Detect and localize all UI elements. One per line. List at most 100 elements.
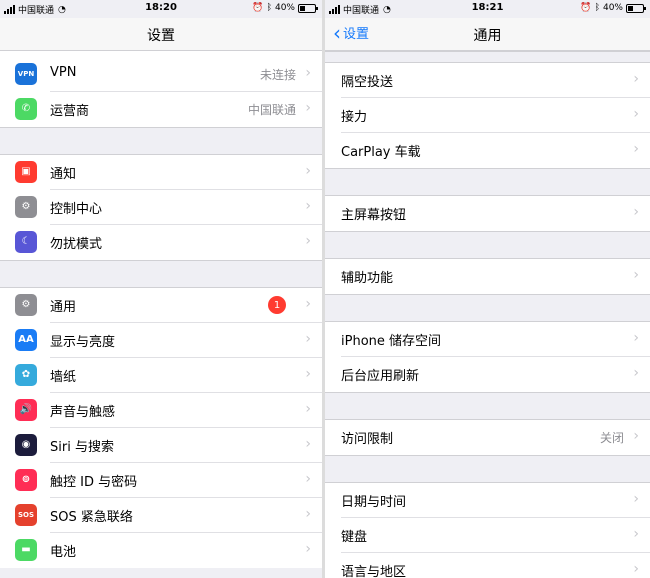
page-title: 设置 bbox=[147, 28, 175, 44]
chevron-right-icon: › bbox=[633, 204, 639, 220]
display-icon: AA bbox=[15, 329, 37, 351]
battery-status-icon bbox=[626, 3, 646, 13]
moon-icon: ☾ bbox=[15, 231, 37, 253]
phone-icon: ✆ bbox=[15, 98, 37, 120]
notification-icon: ▣ bbox=[15, 161, 37, 183]
list-item-item-7[interactable]: 访问限制 关闭 › bbox=[325, 420, 650, 455]
list-item-item-4[interactable]: 辅助功能 › bbox=[325, 259, 650, 294]
battery-percent: 40% bbox=[602, 3, 623, 13]
list-item-vpn[interactable]: VPN VPN 未连接 › bbox=[0, 57, 322, 92]
wallpaper-icon: ✿ bbox=[15, 364, 37, 386]
general-screen: 中国联通 ◔ 18:21 ⏰ ᛒ 40% ‹ 设置 通用 隔空投送 › 接力 › Car… bbox=[325, 0, 650, 578]
chevron-right-icon: › bbox=[633, 428, 639, 444]
list-item-item-1[interactable]: 接力 › bbox=[325, 98, 650, 133]
list-item-wallpaper[interactable]: ✿ 墙纸 › bbox=[0, 358, 322, 393]
list-item-label: 触控 ID 与密码 bbox=[50, 475, 138, 490]
list-item-label: 通用 bbox=[50, 300, 77, 315]
list-item-control-center[interactable]: ⚙ 控制中心 › bbox=[0, 190, 322, 225]
list-item-gear[interactable]: ⚙ 通用 1 › bbox=[0, 288, 322, 323]
chevron-right-icon: › bbox=[305, 366, 311, 382]
list-item-label: CarPlay 车载 bbox=[341, 145, 421, 160]
list-item-display[interactable]: AA 显示与亮度 › bbox=[0, 323, 322, 358]
chevron-right-icon: › bbox=[305, 471, 311, 487]
status-bar: 中国联通 ◔ 18:20 ⏰ ᛒ 40% bbox=[0, 0, 322, 18]
page-title: 通用 bbox=[473, 28, 502, 44]
chevron-right-icon: › bbox=[305, 198, 311, 214]
list-item-label: SOS 紧急联络 bbox=[50, 510, 133, 525]
list-item-sound[interactable]: 🔊 声音与触感 › bbox=[0, 393, 322, 428]
list-item-label: Siri 与搜索 bbox=[50, 440, 114, 455]
chevron-right-icon: › bbox=[633, 141, 639, 157]
list-item-label: 墙纸 bbox=[50, 370, 77, 385]
list-item-label: 主屏幕按钮 bbox=[341, 208, 407, 223]
list-item-moon[interactable]: ☾ 勿扰模式 › bbox=[0, 225, 322, 260]
chevron-right-icon: › bbox=[305, 331, 311, 347]
navigation-bar: ‹ 设置 通用 bbox=[325, 18, 650, 51]
navigation-bar: 设置 bbox=[0, 18, 322, 51]
list-item-detail: 中国联通 bbox=[247, 103, 296, 117]
list-item-label: 通知 bbox=[50, 167, 77, 182]
list-item-label: 键盘 bbox=[341, 530, 368, 545]
general-list: 隔空投送 › 接力 › CarPlay 车载 › 主屏幕按钮 › 辅助功能 › iPhone 储存空… bbox=[325, 51, 650, 578]
chevron-right-icon: › bbox=[305, 541, 311, 557]
list-item-item-8[interactable]: 日期与时间 › bbox=[325, 483, 650, 518]
battery-percent: 40% bbox=[274, 3, 295, 13]
list-item-phone[interactable]: ✆ 运营商 中国联通 › bbox=[0, 92, 322, 127]
list-item-carplay[interactable]: CarPlay 车载 › bbox=[325, 133, 650, 168]
chevron-right-icon: › bbox=[633, 561, 639, 577]
bluetooth-icon: ᛒ bbox=[594, 3, 600, 13]
list-item-fingerprint[interactable]: ⊚ 触控 ID 与密码 › bbox=[0, 463, 322, 498]
sos-icon: SOS bbox=[15, 504, 37, 526]
list-item-label: 隔空投送 bbox=[341, 75, 394, 90]
list-item-sos[interactable]: SOS SOS 紧急联络 › bbox=[0, 498, 322, 533]
notification-badge: 1 bbox=[268, 296, 286, 314]
chevron-right-icon: › bbox=[305, 163, 311, 179]
chevron-right-icon: › bbox=[633, 330, 639, 346]
bluetooth-icon: ᛒ bbox=[266, 3, 272, 13]
chevron-right-icon: › bbox=[633, 526, 639, 542]
list-item-label: 电池 bbox=[50, 545, 77, 560]
chevron-right-icon: › bbox=[633, 106, 639, 122]
chevron-right-icon: › bbox=[633, 365, 639, 381]
list-item-label: 控制中心 bbox=[50, 202, 103, 217]
list-item-item-0[interactable]: 隔空投送 › bbox=[325, 63, 650, 98]
settings-screen: 中国联通 ◔ 18:20 ⏰ ᛒ 40% 设置 VPN VPN 未连接 › ✆ 运营商 中国… bbox=[0, 0, 322, 578]
battery-status-icon bbox=[298, 3, 318, 13]
list-item-label: 语言与地区 bbox=[341, 565, 407, 578]
list-item-label: iPhone 储存空间 bbox=[341, 334, 442, 349]
list-item-notification[interactable]: ▣ 通知 › bbox=[0, 155, 322, 190]
section-separator bbox=[325, 455, 650, 483]
control-center-icon: ⚙ bbox=[15, 196, 37, 218]
battery-icon: ▬ bbox=[15, 539, 37, 561]
sound-icon: 🔊 bbox=[15, 399, 37, 421]
vpn-icon: VPN bbox=[15, 63, 37, 85]
list-item-detail: 未连接 bbox=[259, 68, 296, 82]
list-item-item-3[interactable]: 主屏幕按钮 › bbox=[325, 196, 650, 231]
list-item-label: 日期与时间 bbox=[341, 495, 407, 510]
alarm-icon: ⏰ bbox=[580, 3, 592, 13]
section-separator bbox=[0, 127, 322, 155]
status-bar: 中国联通 ◔ 18:21 ⏰ ᛒ 40% bbox=[325, 0, 650, 18]
chevron-right-icon: › bbox=[305, 65, 311, 81]
list-item-label: 访问限制 bbox=[341, 432, 394, 447]
list-item-iphone[interactable]: iPhone 储存空间 › bbox=[325, 322, 650, 357]
chevron-right-icon: › bbox=[305, 401, 311, 417]
list-item-item-10[interactable]: 语言与地区 › bbox=[325, 553, 650, 578]
list-item-label: 后台应用刷新 bbox=[341, 369, 420, 384]
list-item-item-9[interactable]: 键盘 › bbox=[325, 518, 650, 553]
list-item-label: VPN bbox=[50, 65, 77, 80]
list-item-siri[interactable]: ◉ Siri 与搜索 › bbox=[0, 428, 322, 463]
list-item-item-6[interactable]: 后台应用刷新 › bbox=[325, 357, 650, 392]
gear-icon: ⚙ bbox=[15, 294, 37, 316]
chevron-right-icon: › bbox=[305, 100, 311, 116]
chevron-right-icon: › bbox=[633, 267, 639, 283]
section-separator bbox=[325, 231, 650, 259]
chevron-right-icon: › bbox=[633, 71, 639, 87]
section-separator bbox=[0, 260, 322, 288]
list-item-battery[interactable]: ▬ 电池 › bbox=[0, 533, 322, 568]
list-item-label: 接力 bbox=[341, 110, 368, 125]
section-separator bbox=[325, 392, 650, 420]
list-item-label: 运营商 bbox=[50, 104, 90, 119]
list-item-detail: 关闭 bbox=[599, 431, 624, 445]
chevron-right-icon: › bbox=[305, 436, 311, 452]
